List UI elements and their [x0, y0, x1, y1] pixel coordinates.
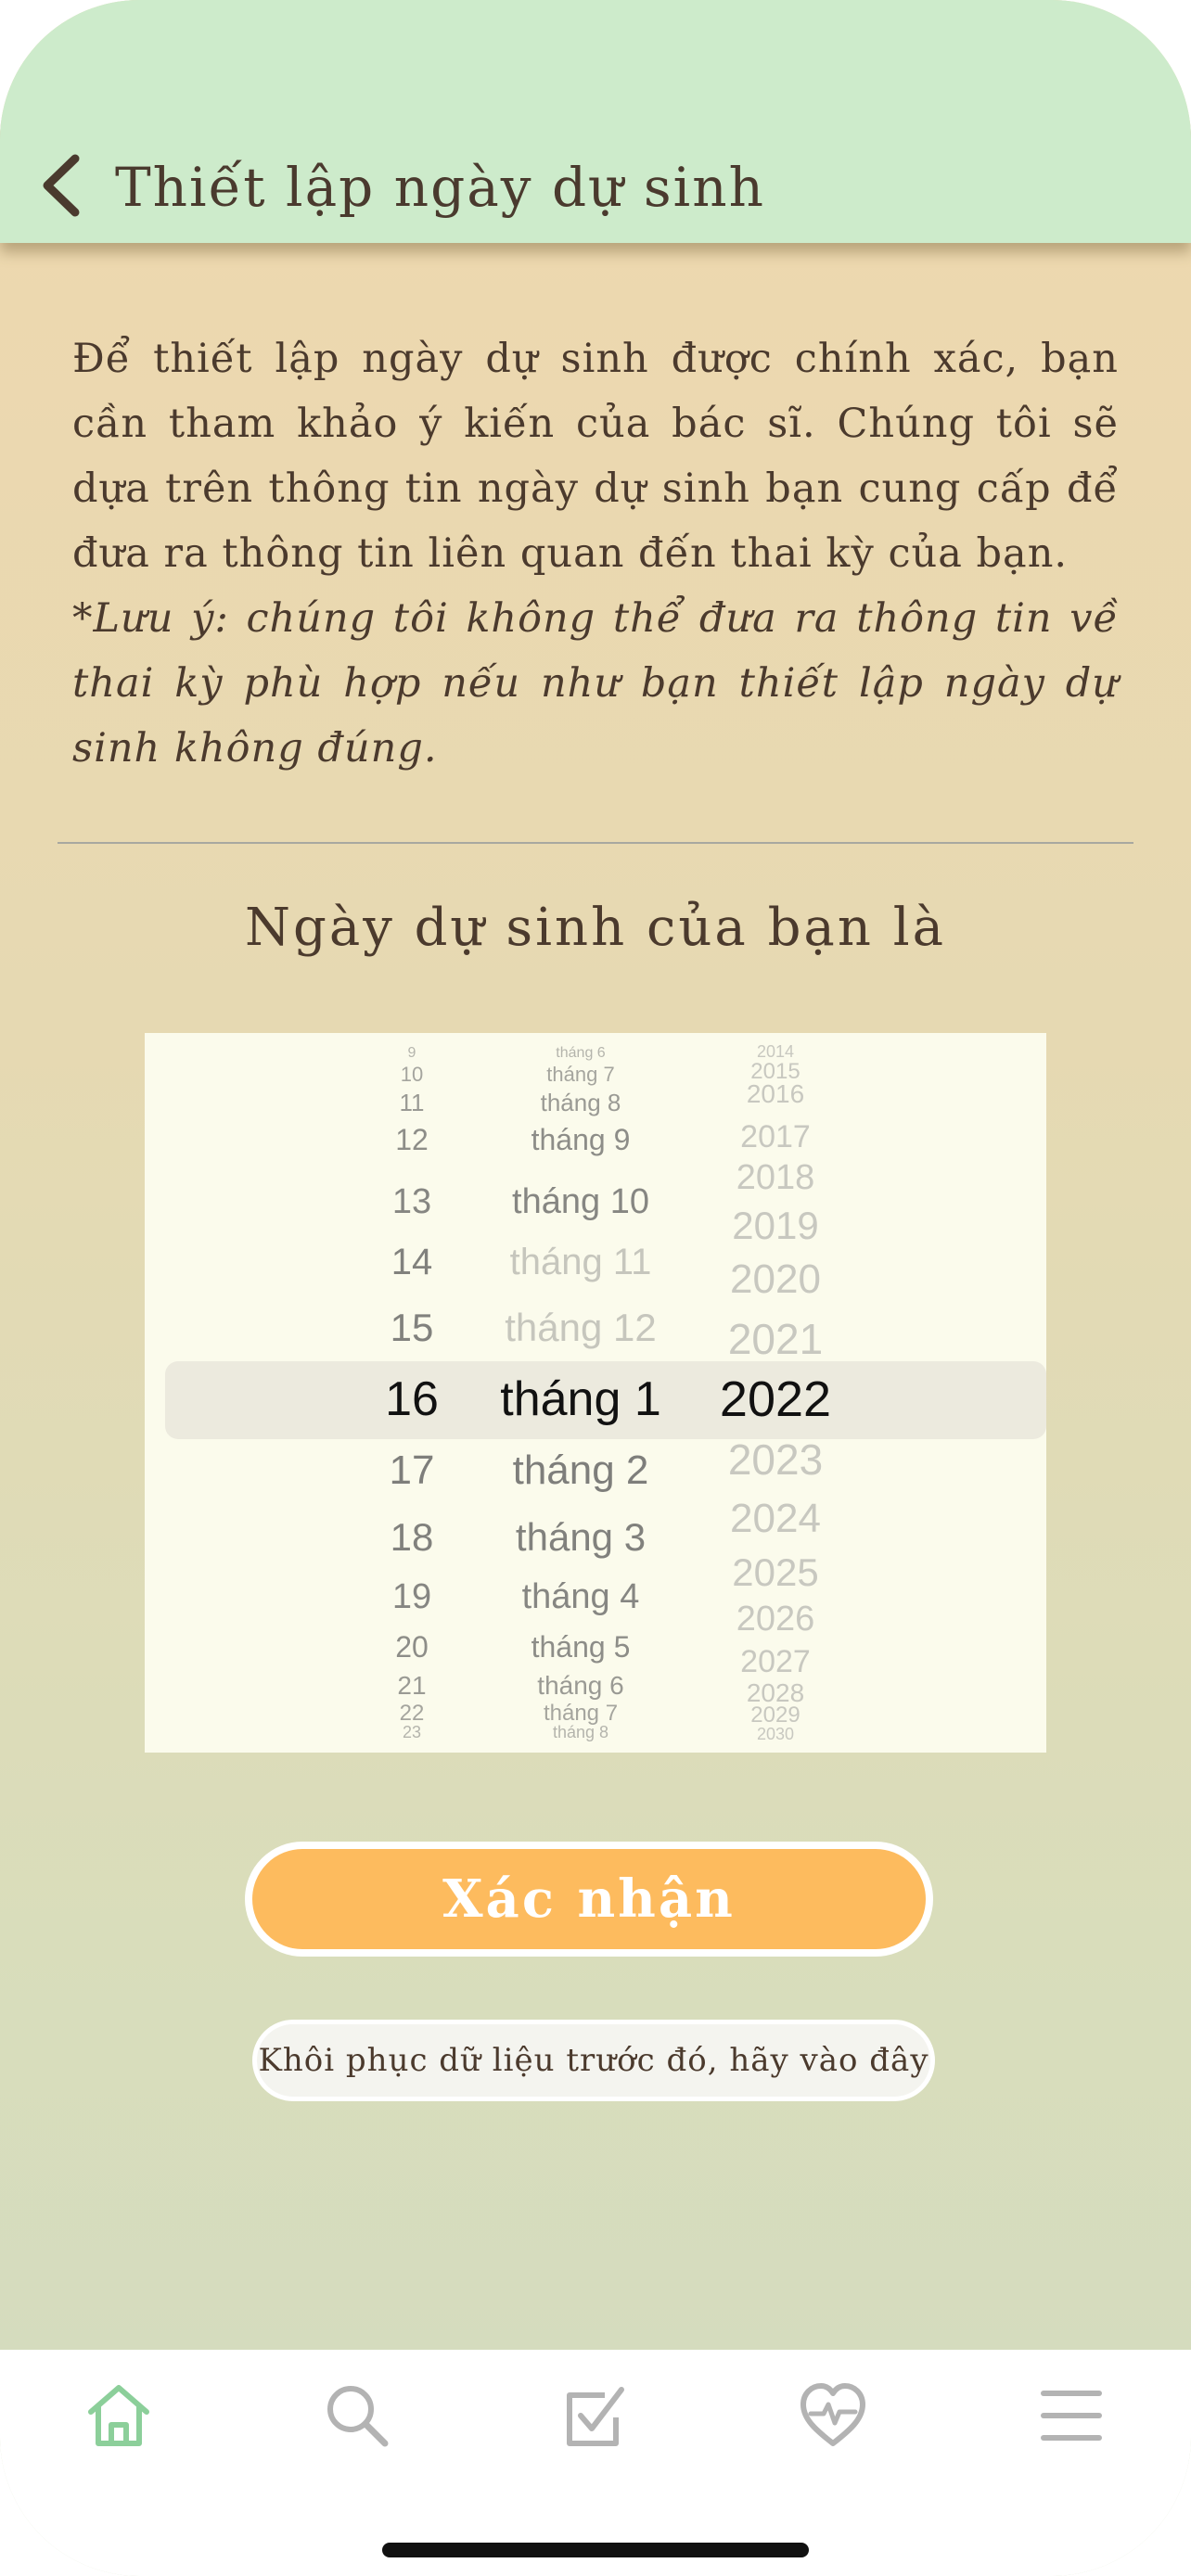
- restore-data-button[interactable]: Khôi phục dữ liệu trước đó, hãy vào đây: [252, 2020, 935, 2101]
- checkbox-icon: [567, 2387, 624, 2446]
- picker-year-option[interactable]: 2025: [732, 1553, 818, 1592]
- tab-search[interactable]: [306, 2374, 408, 2457]
- divider: [58, 842, 1133, 844]
- picker-year-option[interactable]: 2026: [736, 1601, 815, 1637]
- home-indicator: [382, 2543, 809, 2557]
- picker-day-option[interactable]: 15: [391, 1308, 434, 1347]
- picker-month-option[interactable]: tháng 6: [537, 1673, 623, 1699]
- picker-year-option[interactable]: 2016: [747, 1081, 804, 1107]
- header-bar: Thiết lập ngày dự sinh: [0, 0, 1191, 243]
- intro-note: *Lưu ý: chúng tôi không thể đưa ra thông…: [72, 595, 1119, 772]
- picker-day-option[interactable]: 11: [400, 1090, 425, 1115]
- heart-pulse-icon: [800, 2383, 865, 2446]
- picker-month-option[interactable]: tháng 6: [556, 1046, 605, 1061]
- picker-day-option[interactable]: 10: [401, 1065, 423, 1085]
- tab-home[interactable]: [68, 2374, 170, 2457]
- intro-paragraph: Để thiết lập ngày dự sinh được chính xác…: [72, 336, 1119, 577]
- date-picker[interactable]: 9 10 11 12 13 14 15 16 17 18 19 20 21 22 23 tháng 6 thán…: [145, 1033, 1046, 1753]
- picker-year-option[interactable]: 2024: [730, 1498, 821, 1539]
- picker-year-option[interactable]: 2020: [730, 1259, 821, 1300]
- intro-text: Để thiết lập ngày dự sinh được chính xác…: [72, 326, 1119, 781]
- picker-day-option[interactable]: 19: [392, 1579, 431, 1614]
- picker-day-option[interactable]: 13: [392, 1184, 431, 1219]
- picker-year-option[interactable]: 2027: [740, 1646, 811, 1677]
- picker-month-option[interactable]: tháng 5: [531, 1632, 631, 1662]
- picker-day-selected[interactable]: 16: [385, 1375, 439, 1423]
- picker-year-option[interactable]: 2029: [750, 1704, 800, 1727]
- picker-day-option[interactable]: 9: [408, 1046, 416, 1061]
- app-screen: Thiết lập ngày dự sinh Để thiết lập ngày…: [0, 0, 1191, 2576]
- picker-year-option[interactable]: 2021: [728, 1318, 823, 1360]
- tab-menu[interactable]: [1020, 2374, 1122, 2457]
- tab-checklist[interactable]: [544, 2374, 647, 2457]
- picker-month-option[interactable]: tháng 11: [510, 1243, 652, 1281]
- picker-day-option[interactable]: 21: [397, 1673, 426, 1699]
- chevron-left-icon: [43, 154, 80, 217]
- picker-day-option[interactable]: 18: [391, 1518, 434, 1557]
- picker-month-option[interactable]: tháng 3: [516, 1518, 646, 1557]
- confirm-button-label: Xác nhận: [442, 1868, 736, 1930]
- picker-month-option[interactable]: tháng 10: [512, 1184, 649, 1219]
- picker-day-option[interactable]: 12: [395, 1125, 429, 1154]
- picker-day-option[interactable]: 23: [403, 1724, 421, 1741]
- picker-year-option[interactable]: 2017: [740, 1121, 811, 1153]
- picker-day-option[interactable]: 14: [391, 1243, 433, 1281]
- picker-month-option[interactable]: tháng 12: [505, 1308, 657, 1347]
- restore-data-label: Khôi phục dữ liệu trước đó, hãy vào đây: [258, 2042, 929, 2079]
- picker-year-option[interactable]: 2018: [736, 1160, 815, 1195]
- picker-year-option[interactable]: 2023: [728, 1438, 823, 1481]
- search-icon: [327, 2386, 389, 2447]
- page-title: Thiết lập ngày dự sinh: [115, 156, 765, 219]
- picker-month-option[interactable]: tháng 9: [531, 1125, 631, 1154]
- picker-year-option[interactable]: 2019: [732, 1206, 818, 1245]
- picker-month-option[interactable]: tháng 7: [544, 1702, 618, 1725]
- menu-icon: [1041, 2391, 1102, 2441]
- picker-month-option[interactable]: tháng 8: [553, 1724, 608, 1741]
- due-date-question: Ngày dự sinh của bạn là: [245, 898, 946, 958]
- confirm-button[interactable]: Xác nhận: [245, 1842, 933, 1957]
- home-icon: [88, 2385, 149, 2446]
- picker-month-option[interactable]: tháng 7: [546, 1065, 614, 1085]
- picker-day-option[interactable]: 22: [400, 1702, 425, 1725]
- picker-year-option[interactable]: 2014: [757, 1043, 794, 1060]
- picker-day-option[interactable]: 17: [390, 1450, 435, 1491]
- picker-month-selected[interactable]: tháng 1: [500, 1375, 661, 1423]
- picker-month-option[interactable]: tháng 8: [541, 1090, 621, 1115]
- picker-year-option[interactable]: 2030: [757, 1726, 794, 1742]
- picker-day-option[interactable]: 20: [395, 1632, 429, 1662]
- back-button[interactable]: [28, 148, 93, 223]
- tab-health[interactable]: [782, 2374, 884, 2457]
- picker-year-selected[interactable]: 2022: [720, 1374, 831, 1424]
- picker-month-option[interactable]: tháng 2: [513, 1450, 649, 1491]
- picker-month-option[interactable]: tháng 4: [522, 1579, 640, 1614]
